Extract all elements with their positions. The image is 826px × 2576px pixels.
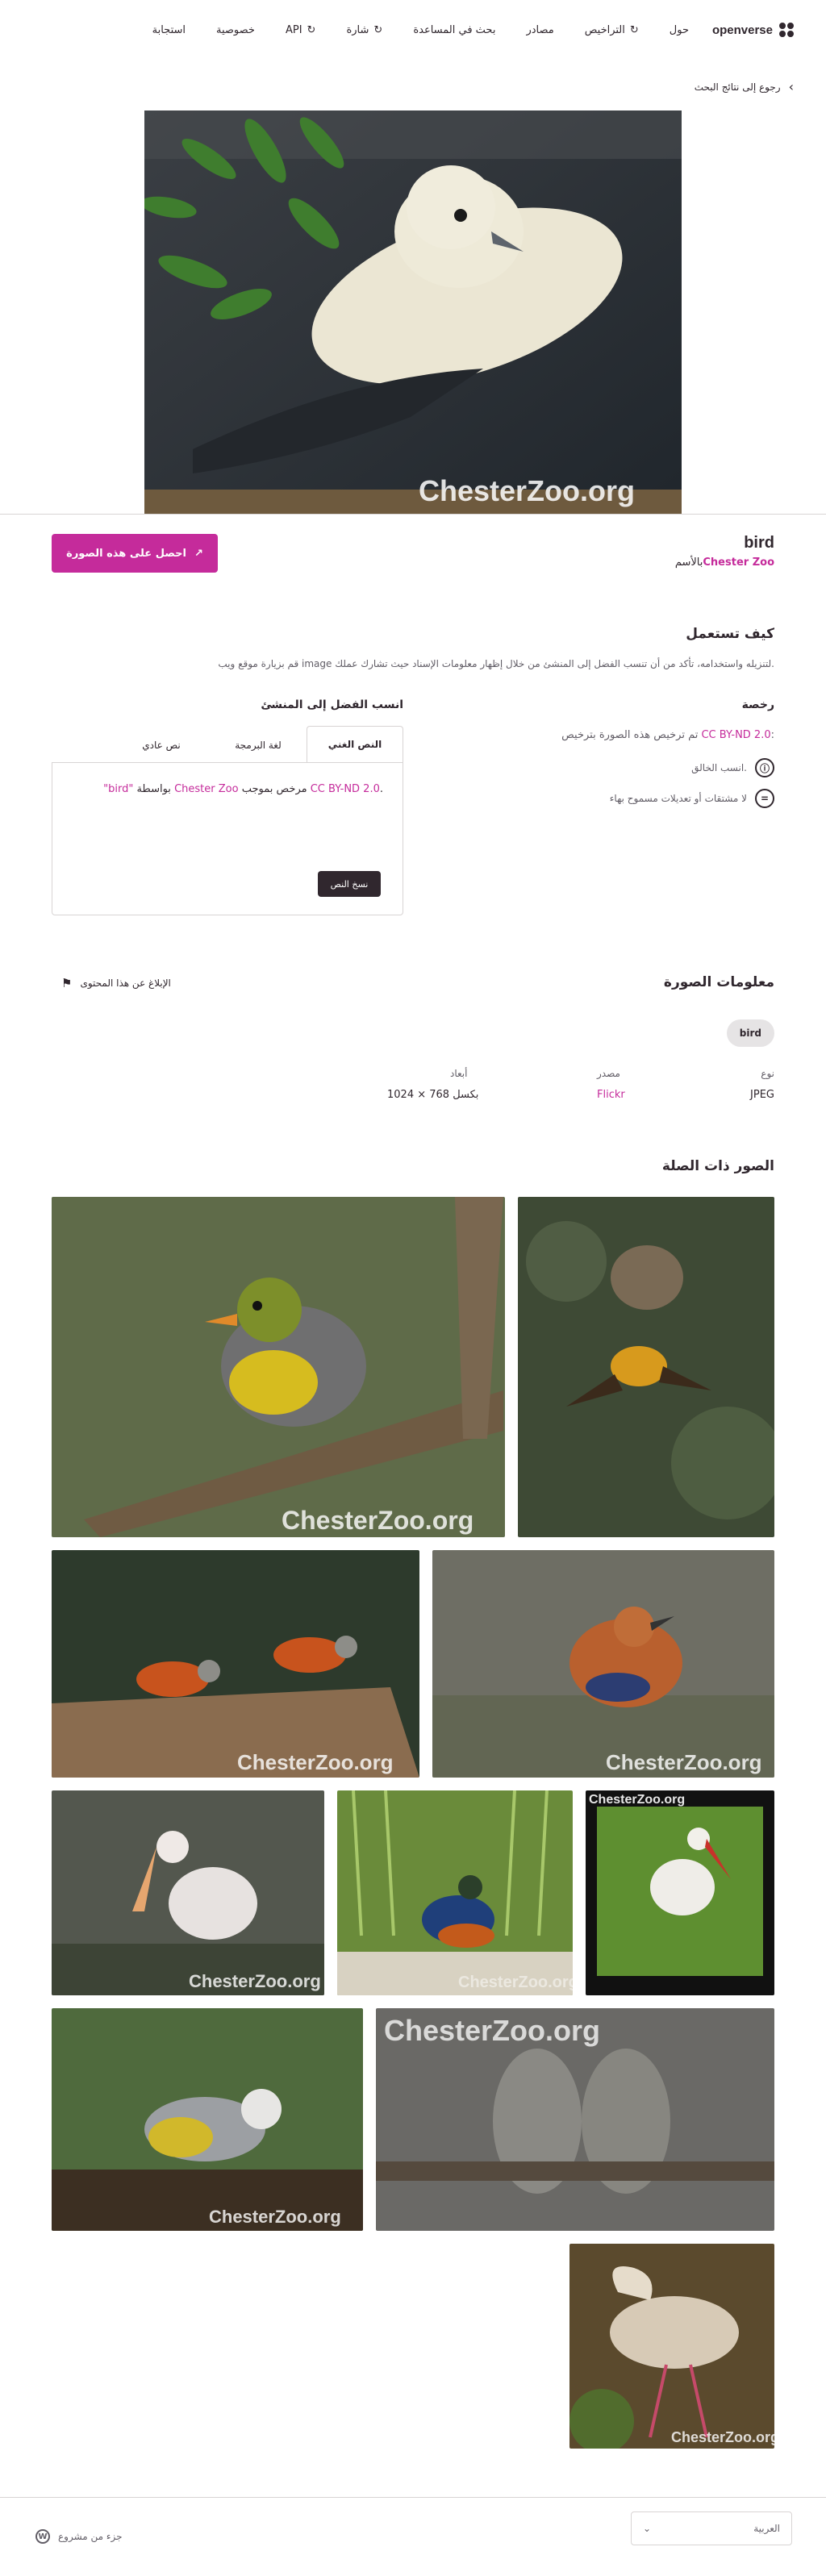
language-select[interactable]: ⌄ العربية xyxy=(631,2511,792,2545)
tab-html[interactable]: لغة البرمجة xyxy=(210,726,307,763)
nav-about[interactable]: حول xyxy=(670,24,689,36)
how-to-use-text: قم بزيارة موقع ويب image لتنزيله واستخدا… xyxy=(218,658,774,669)
type-label: نوع xyxy=(761,1068,774,1079)
source-link[interactable]: Flickr xyxy=(597,1089,625,1101)
related-image[interactable]: ChesterZoo.org xyxy=(337,1790,573,1995)
get-image-label: احصل على هذه الصورة xyxy=(66,547,186,560)
main-nav: حول التراخيص ↻ مصادر بحث في المساعدة شارة… xyxy=(32,24,689,36)
refresh-icon: ↻ xyxy=(629,24,639,36)
tag-chip[interactable]: bird xyxy=(726,1019,774,1047)
wordpress-credit-label: جزء من مشروع xyxy=(58,2531,123,2542)
svg-text:ChesterZoo.org: ChesterZoo.org xyxy=(671,2429,774,2445)
main-image[interactable]: ChesterZoo.org xyxy=(144,110,682,514)
nav-sources[interactable]: مصادر xyxy=(526,24,553,36)
related-image[interactable]: ChesterZoo.org xyxy=(52,1197,505,1537)
attr-license-link[interactable]: CC BY-ND 2.0 xyxy=(311,783,380,795)
svg-text:ChesterZoo.org: ChesterZoo.org xyxy=(589,1793,685,1807)
nav-badge[interactable]: شارة ↻ xyxy=(346,24,382,36)
license-link[interactable]: CC BY-ND 2.0 xyxy=(701,729,770,741)
back-to-results-link[interactable]: رجوع إلى نتائج البحث ‹ xyxy=(695,79,794,94)
tab-plain-text[interactable]: نص عادي xyxy=(113,726,210,763)
svg-text:ChesterZoo.org: ChesterZoo.org xyxy=(237,1750,394,1774)
report-content-link[interactable]: ⚑ الإبلاغ عن هذا المحتوى xyxy=(61,976,171,990)
attr-title-link[interactable]: "bird" xyxy=(103,783,133,795)
license-term-nd: = لا مشتقات أو تعديلات مسموح بهاء xyxy=(610,789,774,808)
image-info-heading: معلومات الصورة xyxy=(663,974,774,990)
nav-licenses[interactable]: التراخيص ↻ xyxy=(585,24,639,36)
back-link-label: رجوع إلى نتائج البحث xyxy=(694,81,781,93)
dims-label: أبعاد xyxy=(450,1068,468,1079)
logo-text: openverse xyxy=(711,23,773,37)
watermark-text: ChesterZoo.org xyxy=(419,474,635,507)
get-image-button[interactable]: احصل على هذه الصورة ↗ xyxy=(52,534,218,573)
copy-text-button[interactable]: نسخ النص xyxy=(318,871,381,897)
attr-creator-link[interactable]: Chester Zoo xyxy=(174,783,238,795)
openverse-mark-icon xyxy=(779,23,794,37)
svg-text:ChesterZoo.org: ChesterZoo.org xyxy=(384,2014,600,2047)
svg-text:ChesterZoo.org: ChesterZoo.org xyxy=(209,2207,341,2227)
external-link-icon: ↗ xyxy=(194,547,203,560)
related-image[interactable]: ChesterZoo.org xyxy=(52,2008,363,2231)
nav-search-help[interactable]: بحث في المساعدة xyxy=(413,24,495,36)
refresh-icon: ↻ xyxy=(307,24,316,36)
type-value: JPEG xyxy=(750,1089,774,1101)
chevron-left-icon: ‹ xyxy=(788,79,794,94)
site-header: openverse حول التراخيص ↻ مصادر بحث في الم… xyxy=(0,0,826,65)
related-image[interactable]: ChesterZoo.org xyxy=(52,1550,419,1778)
tab-rich-text[interactable]: النص الغني xyxy=(307,726,403,763)
svg-text:ChesterZoo.org: ChesterZoo.org xyxy=(189,1971,321,1991)
attribution-panel: "bird" بواسطة Chester Zoo مرخص بموجب CC … xyxy=(52,762,403,915)
wordpress-credit[interactable]: W جزء من مشروع xyxy=(35,2529,123,2544)
language-value: العربية xyxy=(753,2523,780,2534)
wordpress-icon: W xyxy=(35,2529,50,2544)
attribution-tabs: النص الغني لغة البرمجة نص عادي xyxy=(52,726,403,763)
flag-icon: ⚑ xyxy=(61,976,73,990)
footer-divider xyxy=(0,2497,826,2498)
image-byline: بالأسمChester Zoo xyxy=(675,556,774,569)
divider xyxy=(0,514,826,515)
image-title: bird xyxy=(744,534,774,552)
nav-privacy[interactable]: خصوصية xyxy=(216,24,255,36)
related-image[interactable] xyxy=(518,1197,774,1537)
svg-text:ChesterZoo.org: ChesterZoo.org xyxy=(282,1506,473,1535)
svg-text:ChesterZoo.org: ChesterZoo.org xyxy=(458,1974,573,1991)
nav-feedback[interactable]: استجابة xyxy=(152,24,186,36)
related-image[interactable]: ChesterZoo.org xyxy=(52,1790,324,1995)
openverse-logo[interactable]: openverse xyxy=(712,23,794,37)
related-image[interactable]: ChesterZoo.org xyxy=(376,2008,774,2231)
cc-nd-icon: = xyxy=(755,789,774,808)
related-image[interactable]: ChesterZoo.org xyxy=(569,2244,774,2449)
cc-by-icon: ⓘ xyxy=(755,758,774,777)
svg-text:ChesterZoo.org: ChesterZoo.org xyxy=(606,1750,762,1774)
chevron-down-icon: ⌄ xyxy=(643,2523,652,2534)
dims-value: 1024 × 768 بكسل xyxy=(387,1089,479,1101)
related-heading: الصور ذات الصلة xyxy=(661,1158,774,1174)
license-heading: رخصة xyxy=(741,698,774,711)
attribution-text: "bird" بواسطة Chester Zoo مرخص بموجب CC … xyxy=(103,783,383,795)
creator-link[interactable]: Chester Zoo xyxy=(703,556,774,569)
license-term-by: ⓘ انسب الخالق. xyxy=(691,758,774,777)
attribution-heading: انسب الفضل إلى المنشئ xyxy=(261,698,403,711)
license-line: تم ترخيص هذه الصورة بترخيص CC BY-ND 2.0: xyxy=(561,729,774,741)
by-prefix: بالأسم xyxy=(674,556,703,569)
related-image[interactable]: ChesterZoo.org xyxy=(586,1790,774,1995)
source-label: مصدر xyxy=(597,1068,620,1079)
report-label: الإبلاغ عن هذا المحتوى xyxy=(80,977,171,989)
related-image[interactable]: ChesterZoo.org xyxy=(432,1550,774,1778)
nav-api[interactable]: API ↻ xyxy=(286,24,315,36)
how-to-use-heading: كيف تستعمل xyxy=(686,626,774,642)
refresh-icon: ↻ xyxy=(373,24,383,36)
